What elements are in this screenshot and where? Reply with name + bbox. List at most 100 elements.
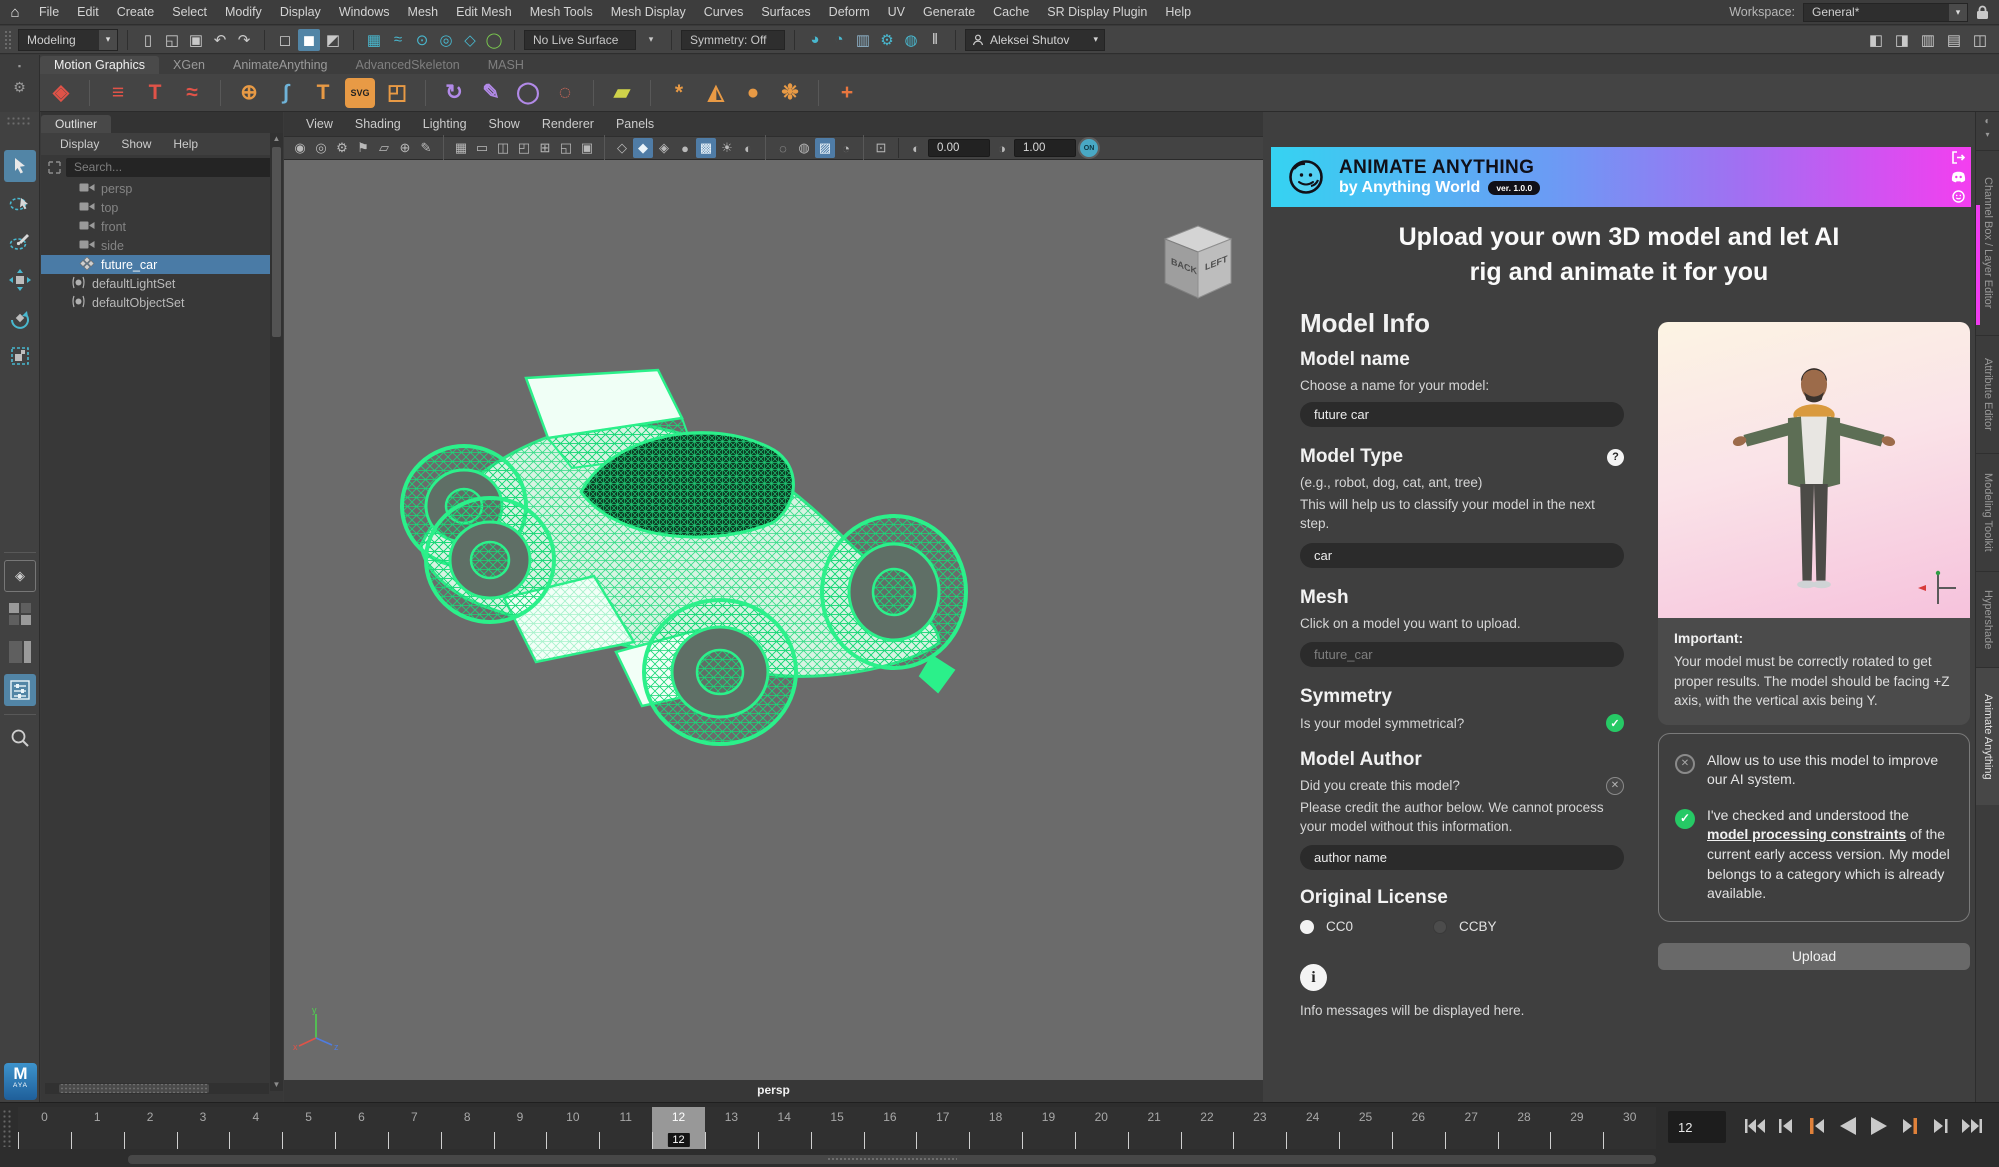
upload-button[interactable]: Upload — [1658, 943, 1970, 970]
color-management-toggle[interactable]: ON — [1078, 137, 1100, 159]
menu-windows[interactable]: Windows — [330, 5, 399, 19]
camera-lock-icon[interactable]: ◎ — [311, 138, 331, 158]
play-forwards-button[interactable] — [1866, 1111, 1892, 1141]
frame-27[interactable]: 27 — [1445, 1107, 1498, 1149]
select-hierarchy-icon[interactable]: ◻ — [274, 29, 296, 51]
license-option-cc0[interactable]: CC0 — [1300, 919, 1353, 934]
frame-29[interactable]: 29 — [1550, 1107, 1603, 1149]
frame-28[interactable]: 28 — [1498, 1107, 1551, 1149]
search-input[interactable]: Search... — [66, 158, 277, 177]
go-to-start-button[interactable] — [1742, 1111, 1768, 1141]
grease-pencil-icon[interactable]: ✎ — [416, 138, 436, 158]
frame-23[interactable]: 23 — [1233, 1107, 1286, 1149]
redo-icon[interactable]: ↷ — [233, 29, 255, 51]
film-gate-icon[interactable]: ▭ — [472, 138, 492, 158]
frame-10[interactable]: 10 — [546, 1107, 599, 1149]
sphere-icon[interactable]: ⊕ — [234, 78, 264, 108]
frame-0[interactable]: 0 — [18, 1107, 71, 1149]
crosshair-icon[interactable]: + — [832, 78, 862, 108]
range-slider[interactable] — [0, 1152, 1999, 1167]
cloth-icon[interactable]: ◭ — [701, 78, 731, 108]
pause-icon[interactable]: ‖ — [924, 29, 946, 51]
menu-help[interactable]: Help — [1156, 5, 1200, 19]
logout-icon[interactable] — [1952, 151, 1965, 164]
viewport-menu-view[interactable]: View — [296, 117, 343, 131]
mash-network-icon[interactable]: ≡ — [103, 78, 133, 108]
frame-26[interactable]: 26 — [1392, 1107, 1445, 1149]
toggle-modeling-toolkit-icon[interactable]: ◧ — [1865, 29, 1887, 51]
menu-sr-display-plugin[interactable]: SR Display Plugin — [1038, 5, 1156, 19]
panel-tab-modeling-toolkit[interactable]: Modeling Toolkit — [1976, 453, 1999, 571]
frame-8[interactable]: 8 — [441, 1107, 494, 1149]
bookmark-icon[interactable]: ⚑ — [353, 138, 373, 158]
viewport-menu-renderer[interactable]: Renderer — [532, 117, 604, 131]
frame-17[interactable]: 17 — [916, 1107, 969, 1149]
chevron-down-icon[interactable]: ▾ — [640, 29, 662, 51]
move-tool-button[interactable] — [4, 264, 36, 296]
grid-icon[interactable]: ▦ — [451, 138, 471, 158]
image-plane-icon[interactable]: ▱ — [374, 138, 394, 158]
view-cube[interactable]: BACK LEFT — [1161, 222, 1235, 302]
snap-point-icon[interactable]: ⊙ — [411, 29, 433, 51]
resolution-gate-icon[interactable]: ◫ — [493, 138, 513, 158]
gate-mask-icon[interactable]: ◰ — [514, 138, 534, 158]
shadows-icon[interactable]: ▩ — [696, 138, 716, 158]
textured-icon[interactable]: ◈ — [654, 138, 674, 158]
shelf-menu-icon[interactable]: ▪ — [18, 61, 21, 71]
menu-edit[interactable]: Edit — [68, 5, 108, 19]
frame-21[interactable]: 21 — [1128, 1107, 1181, 1149]
menu-modify[interactable]: Modify — [216, 5, 271, 19]
frame-16[interactable]: 16 — [864, 1107, 917, 1149]
snap-grid-icon[interactable]: ▦ — [363, 29, 385, 51]
help-icon[interactable]: ? — [1607, 449, 1624, 466]
select-component-icon[interactable]: ◩ — [322, 29, 344, 51]
type-tool-icon[interactable]: T — [140, 78, 170, 108]
smooth-shade-icon[interactable]: ◆ — [633, 138, 653, 158]
layout-outliner-persp-button[interactable] — [4, 674, 36, 706]
motion-blur-icon[interactable]: ◐ — [738, 138, 758, 158]
isolate-select-icon[interactable]: ◌ — [773, 138, 793, 158]
lasso-tool-button[interactable] — [4, 188, 36, 220]
menu-select[interactable]: Select — [163, 5, 216, 19]
frame-13[interactable]: 13 — [705, 1107, 758, 1149]
shelf-tab-mash[interactable]: MASH — [474, 56, 538, 74]
menu-curves[interactable]: Curves — [695, 5, 753, 19]
safe-title-icon[interactable]: ▣ — [577, 138, 597, 158]
menu-surfaces[interactable]: Surfaces — [752, 5, 819, 19]
author-x-icon[interactable]: ✕ — [1606, 777, 1624, 795]
symmetry-check-icon[interactable]: ✓ — [1606, 714, 1624, 732]
text-icon[interactable]: T — [308, 78, 338, 108]
display-layers-icon[interactable]: ◍ — [900, 29, 922, 51]
shelf-tab-xgen[interactable]: XGen — [159, 56, 219, 74]
toolbar-grip[interactable] — [4, 30, 12, 50]
menu-mesh-tools[interactable]: Mesh Tools — [521, 5, 602, 19]
outliner-menu-help[interactable]: Help — [164, 137, 207, 151]
menu-cache[interactable]: Cache — [984, 5, 1038, 19]
menu-create[interactable]: Create — [108, 5, 164, 19]
discord-icon[interactable] — [1951, 171, 1966, 183]
polygon-cube-icon[interactable]: ◈ — [46, 78, 76, 108]
pan-zoom-icon[interactable]: ⊕ — [395, 138, 415, 158]
safe-action-icon[interactable]: ◱ — [556, 138, 576, 158]
gear-icon[interactable]: ⚙ — [13, 79, 26, 96]
burst-icon[interactable]: ❉ — [775, 78, 805, 108]
toggle-channel-box-icon[interactable]: ◫ — [1969, 29, 1991, 51]
model-name-input[interactable]: future car — [1300, 402, 1624, 427]
outliner-item-front[interactable]: front — [41, 217, 283, 236]
symmetry-field[interactable]: Symmetry: Off — [681, 30, 785, 50]
viewport-menu-panels[interactable]: Panels — [606, 117, 664, 131]
frame-ruler[interactable]: 0123456789101112121314151617181920212223… — [18, 1107, 1656, 1149]
frame-3[interactable]: 3 — [177, 1107, 230, 1149]
menu-edit-mesh[interactable]: Edit Mesh — [447, 5, 521, 19]
filter-expand-icon[interactable] — [47, 160, 62, 175]
frame-4[interactable]: 4 — [229, 1107, 282, 1149]
frame-7[interactable]: 7 — [388, 1107, 441, 1149]
ipr-render-icon[interactable]: ◔ — [828, 29, 850, 51]
license-option-ccby[interactable]: CCBY — [1433, 919, 1497, 934]
outliner-menu-display[interactable]: Display — [51, 137, 108, 151]
camera-icon[interactable]: ◉ — [290, 138, 310, 158]
radio-unselected-icon[interactable] — [1433, 920, 1447, 934]
frame-30[interactable]: 30 — [1603, 1107, 1656, 1149]
anti-alias-icon[interactable]: ▨ — [815, 138, 835, 158]
camera-attributes-icon[interactable]: ⚙ — [332, 138, 352, 158]
